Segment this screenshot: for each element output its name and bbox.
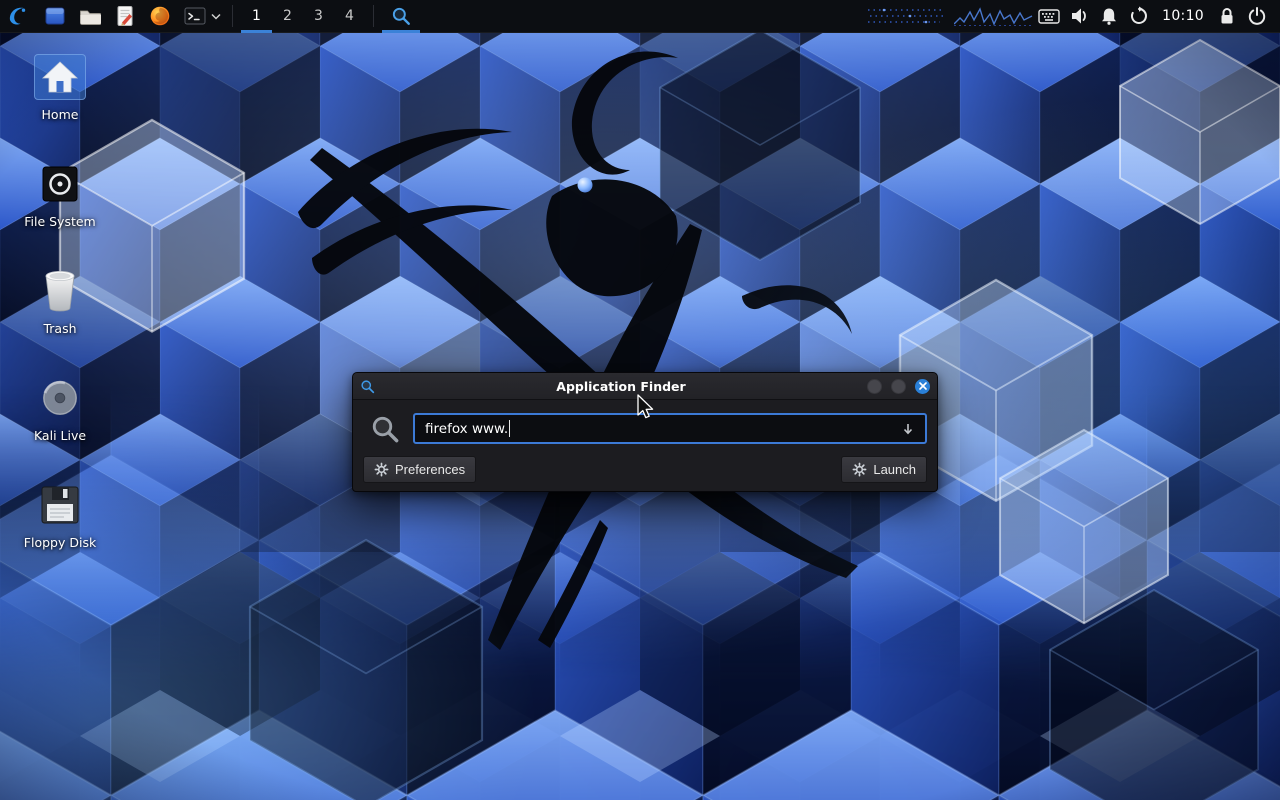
disc-icon xyxy=(34,375,86,421)
search-input[interactable]: firefox www. xyxy=(413,413,927,444)
desktop-icon-kali-live[interactable]: Kali Live xyxy=(12,375,108,443)
floppy-icon xyxy=(34,482,86,528)
desktop-icon-label: Trash xyxy=(12,321,108,336)
trash-icon xyxy=(34,268,86,314)
dialog-title: Application Finder xyxy=(381,379,861,394)
workspace-2[interactable]: 2 xyxy=(272,0,303,33)
terminal-menu-chevron-icon[interactable] xyxy=(208,0,224,33)
maximize-button[interactable] xyxy=(891,379,906,394)
text-caret xyxy=(509,420,510,437)
window-controls xyxy=(867,379,930,394)
panel-monitors xyxy=(866,4,1034,28)
top-panel: 1 2 3 4 xyxy=(0,0,1280,33)
launch-icon xyxy=(852,462,867,477)
workspace-1[interactable]: 1 xyxy=(241,0,272,33)
desktop-icon-trash[interactable]: Trash xyxy=(12,268,108,336)
close-button[interactable] xyxy=(915,379,930,394)
search-icon xyxy=(370,414,400,444)
panel-separator xyxy=(232,5,233,27)
desktop-icon-label: Kali Live xyxy=(12,428,108,443)
system-tray xyxy=(1034,0,1154,33)
panel-clock[interactable]: 10:10 xyxy=(1154,8,1212,24)
preferences-button-label: Preferences xyxy=(395,462,465,477)
folder-icon[interactable] xyxy=(77,0,103,33)
firefox-icon[interactable] xyxy=(147,0,173,33)
kali-menu-button[interactable] xyxy=(0,0,38,33)
desktop-icon-home[interactable]: Home xyxy=(12,54,108,122)
filesystem-icon xyxy=(34,161,86,207)
file-manager-icon[interactable] xyxy=(42,0,68,33)
desktop-icon-label: File System xyxy=(12,214,108,229)
panel-dot-monitor xyxy=(866,4,946,28)
gear-icon xyxy=(374,462,389,477)
application-finder-window: Application Finder firefox www. xyxy=(352,372,938,492)
launch-button-label: Launch xyxy=(873,462,916,477)
update-status-icon[interactable] xyxy=(1124,0,1154,33)
panel-graph-monitor xyxy=(954,4,1034,28)
lock-icon[interactable] xyxy=(1212,0,1242,33)
desktop-icon-floppy[interactable]: Floppy Disk xyxy=(12,482,108,550)
taskbar-appfinder-window[interactable] xyxy=(382,0,420,33)
desktop-icon-label: Home xyxy=(12,107,108,122)
kali-logo-icon xyxy=(6,3,32,29)
text-editor-icon[interactable] xyxy=(112,0,138,33)
desktop-icon-label: Floppy Disk xyxy=(12,535,108,550)
minimize-button[interactable] xyxy=(867,379,882,394)
appfinder-window-icon xyxy=(360,379,375,394)
keyboard-layout-icon[interactable] xyxy=(1034,0,1064,33)
panel-launchers xyxy=(42,0,208,33)
home-icon xyxy=(34,54,86,100)
panel-separator xyxy=(373,5,374,27)
desktop-icon-filesystem[interactable]: File System xyxy=(12,161,108,229)
search-input-value: firefox www. xyxy=(425,421,508,437)
session-tray xyxy=(1212,0,1272,33)
power-icon[interactable] xyxy=(1242,0,1272,33)
close-icon xyxy=(919,382,927,390)
terminal-icon[interactable] xyxy=(182,0,208,33)
volume-icon[interactable] xyxy=(1064,0,1094,33)
appfinder-icon xyxy=(391,6,411,26)
notifications-bell-icon[interactable] xyxy=(1094,0,1124,33)
preferences-button[interactable]: Preferences xyxy=(363,456,476,483)
workspace-4[interactable]: 4 xyxy=(334,0,365,33)
launch-button[interactable]: Launch xyxy=(841,456,927,483)
dialog-titlebar[interactable]: Application Finder xyxy=(353,373,937,400)
workspace-switcher: 1 2 3 4 xyxy=(241,0,365,33)
workspace-3[interactable]: 3 xyxy=(303,0,334,33)
combo-dropdown-arrow-icon[interactable] xyxy=(901,422,915,436)
